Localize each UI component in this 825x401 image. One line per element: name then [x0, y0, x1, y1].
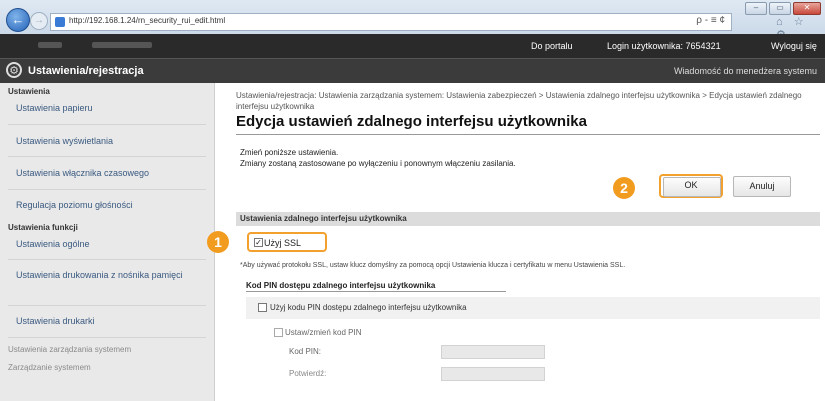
sidebar-section-settings: Ustawienia	[8, 87, 50, 96]
app-title: Ustawienia/rejestracja	[28, 65, 144, 77]
divider	[8, 124, 206, 125]
portal-link[interactable]: Do portalu	[531, 41, 573, 51]
set-pin-label: Ustaw/zmień kod PIN	[285, 328, 362, 337]
window-controls: – ▭ ✕	[745, 2, 821, 15]
top-header: Do portalu Login użytkownika: 7654321 Wy…	[0, 34, 825, 58]
app-title-bar: ⚙ Ustawienia/rejestracja Wiadomość do me…	[0, 58, 825, 83]
sidebar-section-system-management[interactable]: Ustawienia zarządzania systemem	[8, 345, 131, 354]
sidebar: Ustawienia Ustawienia papieru Ustawienia…	[0, 83, 215, 401]
step-badge-2: 2	[613, 177, 635, 199]
device-name	[92, 42, 152, 48]
sidebar-item-volume[interactable]: Regulacja poziomu głośności	[16, 198, 201, 212]
description-line-2: Zmiany zostaną zastosowane po wyłączeniu…	[240, 159, 516, 168]
section-header-remote-ui: Ustawienia zdalnego interfejsu użytkowni…	[236, 212, 820, 226]
description-line-1: Zmień poniższe ustawienia.	[240, 148, 339, 157]
use-pin-label[interactable]: Użyj kodu PIN dostępu zdalnego interfejs…	[270, 303, 467, 312]
forward-button[interactable]: →	[30, 12, 48, 30]
page-icon	[55, 17, 65, 27]
address-bar[interactable]: http://192.168.1.24/rn_security_rui_edit…	[50, 13, 732, 31]
divider	[8, 337, 206, 338]
ok-button-label[interactable]: OK	[663, 180, 719, 190]
confirm-pin-label: Potwierdź:	[289, 369, 327, 378]
cancel-button[interactable]: Anuluj	[733, 176, 791, 197]
set-pin-checkbox[interactable]	[274, 328, 283, 337]
step-badge-1: 1	[207, 231, 229, 253]
minimize-icon[interactable]: –	[745, 2, 767, 15]
sidebar-item-timer[interactable]: Ustawienia włącznika czasowego	[16, 166, 201, 180]
sidebar-item-memory-media-print[interactable]: Ustawienia drukowania z nośnika pamięci	[16, 268, 201, 282]
browser-toolbar: – ▭ ✕ ← → http://192.168.1.24/rn_securit…	[0, 0, 825, 41]
login-user-text: Login użytkownika: 7654321	[607, 41, 721, 51]
divider	[8, 156, 206, 157]
divider	[8, 305, 206, 306]
confirm-pin-input[interactable]	[441, 367, 545, 381]
logo	[38, 42, 62, 48]
sidebar-item-common[interactable]: Ustawienia ogólne	[16, 237, 201, 251]
address-url[interactable]: http://192.168.1.24/rn_security_rui_edit…	[69, 16, 225, 25]
divider	[8, 259, 206, 260]
pin-code-input[interactable]	[441, 345, 545, 359]
description: Zmień poniższe ustawienia. Zmiany zostan…	[240, 147, 516, 169]
divider	[8, 189, 206, 190]
settings-icon: ⚙	[6, 62, 22, 78]
ssl-note: *Aby używać protokołu SSL, ustaw klucz d…	[240, 262, 626, 269]
pin-code-label: Kod PIN:	[289, 347, 322, 356]
divider	[246, 291, 506, 292]
page-title: Edycja ustawień zdalnego interfejsu użyt…	[236, 113, 587, 130]
admin-message-link[interactable]: Wiadomość do menedżera systemu	[674, 66, 817, 76]
sidebar-item-system[interactable]: Zarządzanie systemem	[8, 363, 91, 372]
pin-section-title: Kod PIN dostępu zdalnego interfejsu użyt…	[246, 281, 436, 290]
sidebar-section-functions: Ustawienia funkcji	[8, 223, 78, 232]
use-ssl-checkbox[interactable]: ✓	[254, 238, 263, 247]
sidebar-item-printer[interactable]: Ustawienia drukarki	[16, 314, 201, 328]
sidebar-item-display[interactable]: Ustawienia wyświetlania	[16, 134, 201, 148]
maximize-icon[interactable]: ▭	[769, 2, 791, 15]
search-refresh-icons[interactable]: ρ - ≡ ¢	[696, 15, 725, 26]
use-pin-checkbox[interactable]	[258, 303, 267, 312]
sidebar-item-paper[interactable]: Ustawienia papieru	[16, 101, 201, 115]
close-icon[interactable]: ✕	[793, 2, 821, 15]
breadcrumb[interactable]: Ustawienia/rejestracja: Ustawienia zarzą…	[236, 90, 816, 112]
divider	[236, 134, 820, 135]
back-button[interactable]: ←	[6, 8, 30, 32]
logout-link[interactable]: Wyloguj się	[771, 41, 817, 51]
use-ssl-label[interactable]: Użyj SSL	[264, 238, 301, 248]
